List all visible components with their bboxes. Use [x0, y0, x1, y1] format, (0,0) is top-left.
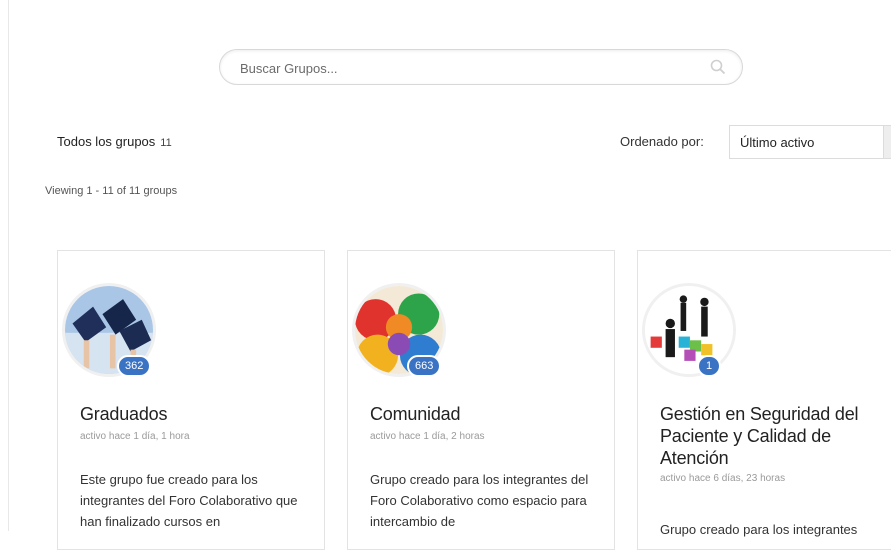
group-last-active: activo hace 6 días, 23 horas [660, 473, 786, 484]
group-description: Grupo creado para los integrantes del Fo… [370, 472, 589, 529]
group-card: 1 Gestión en Seguridad del Paciente y Ca… [637, 250, 891, 550]
group-avatar[interactable] [642, 283, 736, 377]
order-by-value: Último activo [740, 135, 815, 150]
all-groups-count: 11 [160, 137, 172, 149]
group-card: 362 Graduados activo hace 1 día, 1 hora … [57, 250, 325, 550]
all-groups-tab[interactable]: Todos los grupos 11 [57, 134, 172, 149]
group-title[interactable]: Graduados [80, 403, 310, 425]
group-last-active: activo hace 1 día, 2 horas [370, 431, 485, 442]
order-by-label: Ordenado por: [620, 134, 704, 149]
group-description: Este grupo fue creado para los integrant… [80, 472, 298, 529]
group-title[interactable]: Gestión en Seguridad del Paciente y Cali… [660, 403, 890, 469]
pagination-count: Viewing 1 - 11 of 11 groups [45, 185, 178, 197]
member-count-badge: 362 [117, 355, 152, 377]
group-search-box[interactable] [219, 49, 743, 86]
group-card: 663 Comunidad activo hace 1 día, 2 horas… [347, 250, 615, 550]
search-input[interactable] [238, 50, 712, 86]
group-description: Grupo creado para los integrantes [660, 522, 858, 537]
all-groups-label: Todos los grupos [57, 134, 156, 149]
search-icon[interactable] [710, 59, 726, 75]
group-last-active: activo hace 1 día, 1 hora [80, 431, 190, 442]
member-count-badge: 663 [407, 355, 442, 377]
chevron-down-icon[interactable] [883, 126, 891, 158]
member-count-badge: 1 [697, 355, 721, 377]
left-divider [8, 0, 9, 531]
group-title[interactable]: Comunidad [370, 403, 600, 425]
order-by-select[interactable]: Último activo [729, 125, 891, 159]
